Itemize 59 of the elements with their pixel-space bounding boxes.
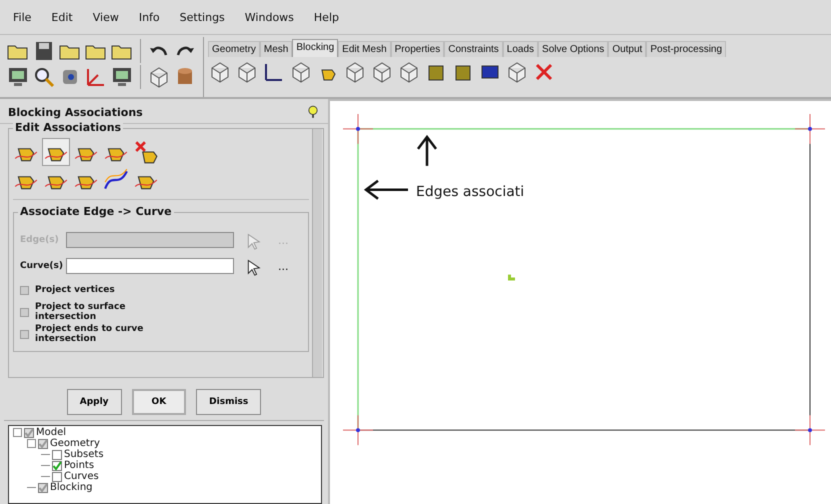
vertex-marker bbox=[794, 113, 826, 144]
tree-checkbox[interactable] bbox=[24, 428, 34, 438]
point-marker bbox=[508, 274, 515, 281]
tab[interactable]: Mesh bbox=[260, 41, 292, 57]
subgroup-label: Associate Edge -> Curve bbox=[18, 205, 174, 218]
help-icon[interactable] bbox=[308, 105, 318, 119]
screen-icon[interactable] bbox=[110, 65, 134, 89]
vertex-marker bbox=[342, 113, 374, 144]
tab[interactable]: Loads bbox=[502, 41, 538, 57]
tree-item[interactable]: Curves bbox=[64, 471, 99, 482]
checkbox[interactable] bbox=[20, 308, 29, 316]
tab[interactable]: Blocking bbox=[292, 39, 338, 57]
field-label: Curve(s) bbox=[20, 261, 62, 271]
menu-item[interactable]: File bbox=[13, 10, 32, 24]
checkbox[interactable] bbox=[20, 330, 29, 338]
tree-checkbox[interactable] bbox=[52, 460, 62, 470]
dialog-button[interactable]: Apply bbox=[66, 389, 122, 415]
input-field[interactable] bbox=[66, 258, 234, 274]
viewport[interactable]: Edges associati bbox=[330, 99, 831, 504]
tree-checkbox[interactable] bbox=[38, 438, 48, 448]
dialog-button[interactable]: Dismiss bbox=[196, 389, 262, 415]
option-label: Project ends to curve intersection bbox=[35, 324, 144, 344]
tab[interactable]: Properties bbox=[390, 41, 444, 57]
scrollbar[interactable] bbox=[312, 129, 322, 377]
tree-item[interactable]: Blocking bbox=[50, 482, 93, 493]
tree-item[interactable]: Geometry bbox=[50, 438, 100, 449]
tab[interactable]: Solve Options bbox=[538, 41, 608, 57]
tree-checkbox[interactable] bbox=[52, 472, 62, 482]
tree-checkbox[interactable] bbox=[52, 450, 62, 460]
option-label: Project to surface intersection bbox=[35, 302, 126, 322]
menu-item[interactable]: Edit bbox=[51, 10, 73, 24]
tree-item[interactable]: Points bbox=[64, 460, 94, 471]
tab[interactable]: Output bbox=[608, 41, 646, 57]
cross-icon[interactable] bbox=[133, 139, 159, 165]
tab[interactable]: Edit Mesh bbox=[338, 41, 391, 57]
tab[interactable]: Post-processing bbox=[646, 41, 726, 57]
tree-item[interactable]: Subsets bbox=[64, 449, 104, 460]
checkbox[interactable] bbox=[20, 286, 29, 294]
arrow bbox=[416, 134, 438, 168]
menu-item[interactable]: Windows bbox=[244, 10, 294, 24]
menu-item[interactable]: Help bbox=[314, 10, 339, 24]
arrow bbox=[364, 180, 410, 200]
magnifier-icon[interactable] bbox=[32, 65, 56, 89]
menu-item[interactable]: View bbox=[92, 10, 119, 24]
tab[interactable]: Constraints bbox=[444, 41, 503, 57]
screen-icon[interactable] bbox=[6, 65, 30, 89]
annotation-text: Edges associati bbox=[416, 184, 524, 200]
menu-item[interactable]: Settings bbox=[180, 10, 225, 24]
option-label: Project vertices bbox=[35, 285, 116, 295]
tree-checkbox[interactable] bbox=[38, 482, 48, 492]
dialog-button[interactable]: OK bbox=[132, 389, 186, 415]
tree-item[interactable]: Model bbox=[36, 427, 66, 438]
tab[interactable]: Geometry bbox=[208, 41, 260, 57]
menu-item[interactable]: Info bbox=[138, 10, 160, 24]
group-label: Edit Associations bbox=[13, 121, 124, 134]
vertex-marker bbox=[794, 414, 826, 446]
panel-title: Blocking Associations bbox=[8, 106, 143, 118]
vertex-marker bbox=[342, 414, 374, 446]
more-button[interactable]: ... bbox=[278, 260, 288, 272]
